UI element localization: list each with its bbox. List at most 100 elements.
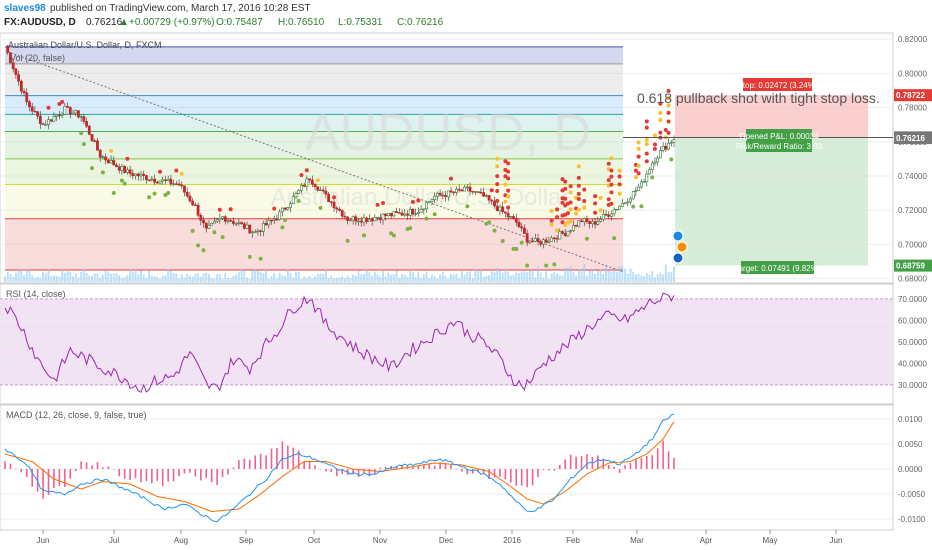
macd-histogram-bar [520, 469, 523, 486]
volume-bar [216, 274, 219, 282]
target-zone[interactable] [675, 137, 868, 266]
dot-green [525, 263, 530, 268]
candle-down [438, 192, 442, 196]
volume-bar [330, 275, 333, 282]
volume-bar [91, 275, 94, 282]
candle-down [85, 121, 88, 127]
volume-bar [118, 275, 121, 282]
macd-histogram-bar [613, 466, 615, 469]
volume-bar [556, 273, 559, 282]
event-flag-icon[interactable] [672, 230, 684, 242]
candle-up [577, 220, 581, 227]
volume-bar [528, 270, 531, 282]
macd-histogram-bar [85, 462, 88, 469]
dot-red [609, 190, 614, 195]
volume-bar [240, 269, 243, 282]
dot-red [495, 174, 500, 179]
candle-up [634, 190, 638, 192]
rsi-label[interactable]: RSI (14, close) [6, 289, 66, 299]
candle-down [490, 199, 494, 202]
volume-bar [634, 274, 637, 282]
dot-red [609, 182, 614, 187]
price-label: 0.68759 [896, 262, 925, 271]
volume-bar [153, 276, 156, 282]
dot-green [152, 191, 157, 196]
dot-red [549, 222, 554, 227]
volume-bar [550, 273, 553, 282]
candle-up [474, 191, 477, 193]
volume-bar [662, 274, 665, 282]
dot-green [318, 205, 323, 210]
candle-up [465, 186, 469, 189]
volume-bar [82, 269, 85, 282]
dot-red [593, 194, 598, 199]
volume-bar [281, 275, 284, 282]
volume-bar [395, 270, 398, 282]
macd-histogram-bar [232, 467, 235, 469]
candle-down [607, 214, 611, 217]
trade-annotation[interactable]: 0.618 pullback shot with tight stop loss… [637, 90, 880, 106]
volume-bar [120, 278, 123, 282]
candle-down [539, 241, 543, 245]
price-tick-label: 0.82000 [898, 35, 927, 44]
macd-histogram-bar [221, 469, 224, 478]
candle-up [291, 196, 295, 204]
dot-red [503, 199, 508, 204]
price-axis[interactable]: 0.820000.800000.780000.760000.740000.720… [894, 35, 932, 284]
candle-up [566, 230, 570, 236]
volume-bar [161, 275, 164, 282]
volume-bar [577, 269, 580, 282]
macd-histogram-bar [618, 469, 621, 474]
volume-bar [401, 274, 404, 282]
volume-bar [188, 275, 191, 282]
volume-bar [335, 277, 338, 282]
dot-red [574, 211, 579, 216]
dot-red [381, 201, 386, 206]
candle-down [476, 191, 480, 193]
macd-axis[interactable]: 0.0100 0.0050 0.0000 -0.0050 -0.0100 [898, 415, 926, 524]
candle-down [517, 221, 521, 228]
rsi-tick-label: 30.0000 [898, 381, 927, 390]
macd-histogram-bar [145, 469, 148, 482]
volume-bar [670, 271, 673, 282]
volume-bar [450, 274, 452, 282]
volume-bar [485, 275, 488, 282]
candle-down [321, 189, 325, 192]
macd-histogram-bar [673, 457, 675, 469]
macd-histogram-bar [548, 469, 550, 471]
volume-bar [428, 278, 431, 282]
volume-bar [398, 277, 401, 282]
volume-bar [545, 270, 548, 282]
event-flag-icon[interactable] [676, 241, 688, 253]
volume-bar [534, 277, 537, 282]
rsi-axis[interactable]: 70.0000 60.0000 50.0000 40.0000 30.0000 [898, 295, 927, 390]
time-tick-label: Oct [308, 536, 321, 545]
time-axis[interactable]: Jun Jul Aug Sep Oct Nov Dec 2016 Feb Mar Apr May Jun [37, 530, 843, 545]
volume-bar [148, 270, 151, 282]
volume-bar [139, 270, 142, 282]
macd-tick-label: 0.0100 [898, 415, 923, 424]
dot-green [492, 228, 497, 233]
candle-down [332, 201, 336, 209]
volume-bar [235, 274, 238, 282]
volume-bar [134, 269, 137, 282]
dot-green [100, 170, 105, 175]
volume-bar [651, 271, 654, 282]
dot-green [119, 178, 124, 183]
volume-bar [354, 275, 357, 282]
author-name[interactable]: slaves98 [4, 3, 46, 14]
candle-down [183, 185, 186, 193]
macd-histogram-bar [471, 469, 474, 474]
macd-label[interactable]: MACD (12, 26, close, 9, false, true) [6, 410, 147, 420]
macd-histogram-bar [102, 467, 104, 469]
candle-down [131, 173, 135, 177]
event-flag-icon[interactable] [672, 252, 684, 264]
macd-histogram-bar [646, 455, 648, 469]
volume-bar [58, 277, 61, 282]
macd-histogram-bar [499, 469, 501, 478]
candle-up [533, 238, 537, 242]
dot-red [563, 196, 568, 201]
candle-up [596, 221, 600, 225]
volume-indicator-label[interactable]: Vol (20, false) [10, 53, 65, 63]
dot-red [549, 218, 554, 223]
